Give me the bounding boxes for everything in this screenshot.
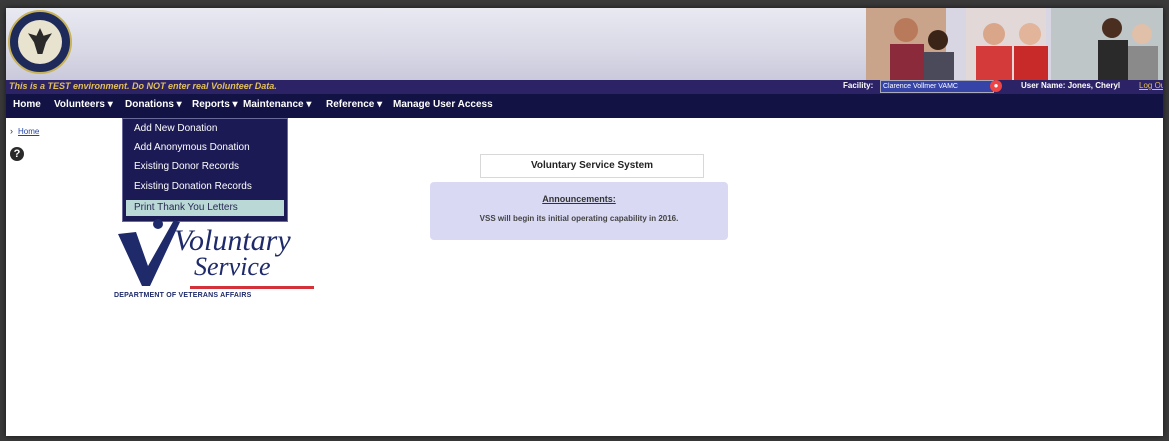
nav-donations[interactable]: Donations ▾ xyxy=(125,99,182,110)
announcements-title: Announcements: xyxy=(542,194,616,204)
volunteer-photo-collage xyxy=(866,8,1163,80)
page-title: Voluntary Service System xyxy=(480,154,704,178)
menu-existing-donation-records[interactable]: Existing Donation Records xyxy=(123,177,287,197)
facility-go-button[interactable]: ● xyxy=(990,80,1002,92)
environment-bar: This is a TEST environment. Do NOT enter… xyxy=(6,80,1163,94)
logo-department: DEPARTMENT OF VETERANS AFFAIRS xyxy=(114,292,252,299)
header-banner xyxy=(6,8,1163,80)
app-window: This is a TEST environment. Do NOT enter… xyxy=(6,8,1163,436)
facility-label: Facility: xyxy=(843,81,874,90)
logo-rule xyxy=(190,286,314,289)
breadcrumb-home-link[interactable]: Home xyxy=(18,127,39,136)
facility-select[interactable]: Clarence Vollmer VAMC xyxy=(880,80,994,93)
nav-reference[interactable]: Reference ▾ xyxy=(326,99,382,110)
test-environment-warning: This is a TEST environment. Do NOT enter… xyxy=(9,81,277,91)
user-name: User Name: Jones, Cheryl xyxy=(1021,81,1121,90)
nav-manage-access[interactable]: Manage User Access xyxy=(393,99,493,110)
donations-dropdown: Add New Donation Add Anonymous Donation … xyxy=(122,118,288,222)
nav-volunteers[interactable]: Volunteers ▾ xyxy=(54,99,113,110)
breadcrumb-bullet: › xyxy=(10,126,13,136)
menu-print-thank-you-letters[interactable]: Print Thank You Letters xyxy=(126,200,284,216)
va-seal-icon xyxy=(8,10,72,74)
announcement-text: VSS will begin its initial operating cap… xyxy=(479,214,679,223)
voluntary-service-logo: Voluntary Service DEPARTMENT OF VETERANS… xyxy=(114,216,314,299)
nav-home[interactable]: Home xyxy=(13,99,41,110)
logout-link[interactable]: Log Out xyxy=(1139,81,1163,90)
logo-word-service: Service xyxy=(194,252,271,281)
menu-add-anonymous-donation[interactable]: Add Anonymous Donation xyxy=(123,138,287,158)
main-nav: Home Volunteers ▾ Donations ▾ Reports ▾ … xyxy=(6,94,1163,118)
nav-maintenance[interactable]: Maintenance ▾ xyxy=(243,99,311,110)
help-icon[interactable]: ? xyxy=(10,147,24,161)
menu-add-new-donation[interactable]: Add New Donation xyxy=(123,119,287,139)
announcements-panel: Announcements: VSS will begin its initia… xyxy=(430,182,728,240)
nav-reports[interactable]: Reports ▾ xyxy=(192,99,238,110)
photo-collage-image xyxy=(866,8,1163,80)
menu-existing-donor-records[interactable]: Existing Donor Records xyxy=(123,157,287,177)
